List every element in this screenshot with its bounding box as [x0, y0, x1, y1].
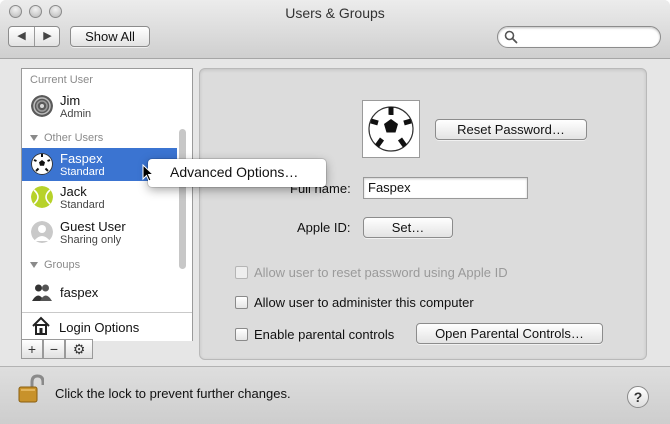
- full-name-field[interactable]: Faspex: [363, 177, 528, 199]
- gear-icon: ⚙: [72, 341, 86, 357]
- sidebar-action-bar: + − ⚙: [21, 339, 193, 359]
- user-avatar-jim: [31, 95, 53, 117]
- allow-reset-checkbox[interactable]: [235, 266, 248, 279]
- parental-controls-checkbox[interactable]: [235, 328, 248, 341]
- login-options-label: Login Options: [59, 320, 140, 335]
- context-menu: Advanced Options…: [148, 159, 326, 187]
- user-name: Jack: [60, 184, 87, 199]
- back-forward-group: ◀ ▶: [8, 26, 60, 47]
- reset-password-button[interactable]: Reset Password…: [435, 119, 587, 140]
- spiral-avatar-icon: [31, 95, 53, 117]
- lock-status-text: Click the lock to prevent further change…: [55, 386, 291, 401]
- user-row-guest[interactable]: Guest User Sharing only: [22, 216, 177, 249]
- user-role: Standard: [60, 199, 105, 211]
- set-apple-id-button[interactable]: Set…: [363, 217, 453, 238]
- user-avatar-guest: [31, 221, 53, 243]
- user-name: Jim: [60, 93, 81, 108]
- group-name: faspex: [60, 285, 99, 300]
- user-avatar-jack: [31, 186, 53, 208]
- user-role: Sharing only: [60, 234, 122, 246]
- parental-controls-label: Enable parental controls: [254, 327, 395, 342]
- forward-arrow-icon: ▶: [43, 30, 52, 42]
- user-name: Guest User: [60, 219, 126, 234]
- disclosure-triangle-icon: [30, 262, 38, 269]
- help-button[interactable]: ?: [627, 386, 649, 408]
- allow-admin-label: Allow user to administer this computer: [254, 295, 474, 310]
- user-name: Faspex: [60, 151, 103, 166]
- search-field[interactable]: [497, 26, 661, 48]
- window-title: Users & Groups: [285, 5, 385, 21]
- tennis-ball-icon: [31, 186, 53, 208]
- login-options-row[interactable]: Login Options: [22, 312, 192, 341]
- back-arrow-icon: ◀: [17, 30, 26, 42]
- forward-button[interactable]: ▶: [35, 27, 60, 46]
- person-silhouette-icon: [31, 221, 53, 243]
- sidebar-scrollbar[interactable]: [179, 129, 186, 269]
- advanced-options-menu-item[interactable]: Advanced Options…: [170, 164, 298, 180]
- disclosure-triangle-icon: [30, 135, 38, 142]
- allow-reset-label: Allow user to reset password using Apple…: [254, 265, 508, 280]
- group-row-faspex[interactable]: faspex: [22, 276, 177, 309]
- users-groups-window: Users & Groups ◀ ▶ Show All Current User: [0, 0, 670, 424]
- mouse-pointer-icon: [142, 164, 154, 182]
- help-icon: ?: [633, 389, 643, 405]
- soccer-ball-icon: [31, 153, 53, 175]
- user-picture-well[interactable]: [362, 100, 420, 158]
- user-role: Standard: [60, 166, 105, 178]
- search-icon: [504, 30, 518, 44]
- lock-open-icon[interactable]: [18, 374, 44, 404]
- remove-user-button[interactable]: −: [43, 339, 65, 359]
- current-user-header: Current User: [30, 74, 93, 86]
- back-button[interactable]: ◀: [9, 27, 35, 46]
- allow-admin-checkbox[interactable]: [235, 296, 248, 309]
- search-input[interactable]: [520, 29, 658, 47]
- user-avatar-faspex: [31, 153, 53, 175]
- action-menu-button[interactable]: ⚙: [65, 339, 93, 359]
- apple-id-label: Apple ID:: [297, 220, 351, 235]
- soccer-ball-icon: [368, 106, 414, 152]
- open-parental-controls-button[interactable]: Open Parental Controls…: [416, 323, 603, 344]
- user-role: Admin: [60, 108, 92, 120]
- title-bar: Users & Groups ◀ ▶ Show All: [0, 0, 670, 59]
- user-details-panel: [199, 68, 647, 360]
- show-all-button[interactable]: Show All: [70, 26, 150, 47]
- groups-header[interactable]: Groups: [30, 259, 80, 271]
- house-icon: [32, 316, 50, 335]
- other-users-header[interactable]: Other Users: [30, 132, 103, 144]
- users-sidebar: Current User Jim Admin Other Users Faspe…: [21, 68, 193, 341]
- group-avatar: [31, 281, 53, 303]
- user-row-jim[interactable]: Jim Admin: [22, 90, 177, 123]
- add-user-button[interactable]: +: [21, 339, 43, 359]
- group-icon: [32, 284, 52, 301]
